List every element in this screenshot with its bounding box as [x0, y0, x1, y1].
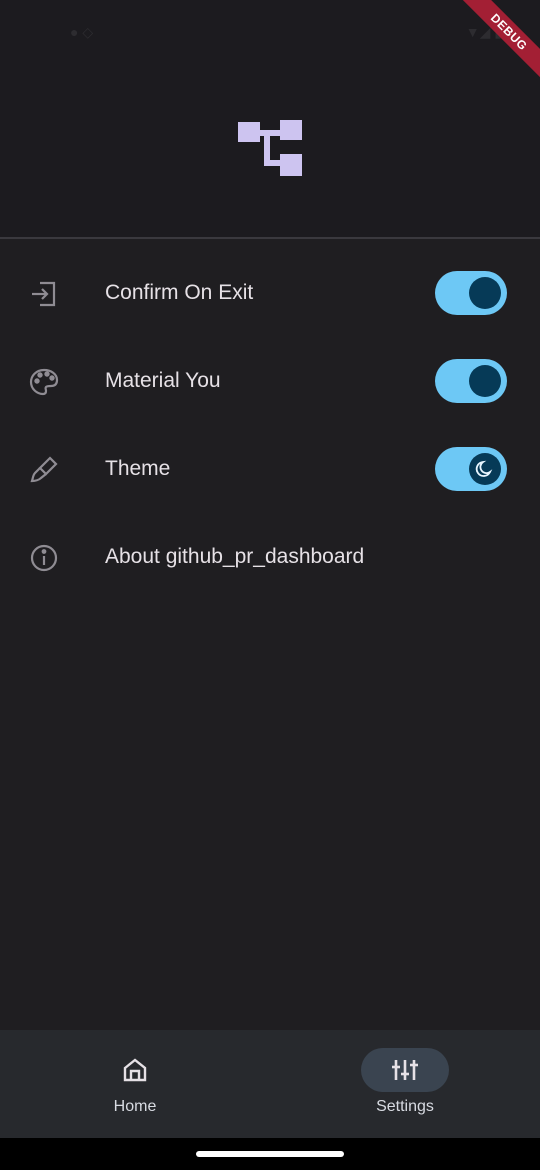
setting-label: Material You [105, 369, 221, 392]
setting-label: About github_pr_dashboard [105, 545, 365, 568]
debug-banner-label: DEBUG [455, 0, 540, 86]
info-icon [30, 544, 58, 572]
status-icons-left: ● ◇ [70, 24, 94, 40]
palette-icon [29, 368, 59, 396]
gesture-navigation-area [0, 1138, 540, 1170]
confirm-on-exit-toggle[interactable] [435, 271, 507, 315]
home-icon [123, 1058, 147, 1082]
setting-about[interactable]: About github_pr_dashboard [0, 514, 540, 602]
toggle-thumb [469, 453, 501, 485]
bottom-navigation-bar: Home Settings [0, 1030, 540, 1138]
nav-indicator-active [361, 1048, 449, 1092]
setting-label: Theme [105, 457, 171, 480]
theme-toggle[interactable] [435, 447, 507, 491]
material-you-toggle[interactable] [435, 359, 507, 403]
settings-list: Confirm On Exit Material You Theme About… [0, 250, 540, 602]
setting-label: Confirm On Exit [105, 281, 254, 304]
app-logo-icon [238, 120, 302, 176]
home-gesture-handle[interactable] [196, 1151, 344, 1157]
sliders-icon [392, 1060, 418, 1080]
header-divider [0, 237, 540, 239]
moon-icon [475, 460, 493, 477]
toggle-thumb [469, 365, 501, 397]
nav-label: Home [113, 1098, 157, 1115]
toggle-thumb [469, 277, 501, 309]
nav-item-settings[interactable]: Settings [325, 1030, 485, 1138]
setting-theme[interactable]: Theme [0, 426, 540, 514]
paintbrush-icon [30, 456, 58, 483]
debug-banner: DEBUG [450, 0, 540, 90]
exit-icon [32, 281, 56, 307]
nav-item-home[interactable]: Home [55, 1030, 215, 1138]
setting-material-you[interactable]: Material You [0, 338, 540, 426]
nav-indicator [91, 1048, 179, 1092]
nav-label: Settings [376, 1098, 434, 1115]
setting-confirm-on-exit[interactable]: Confirm On Exit [0, 250, 540, 338]
